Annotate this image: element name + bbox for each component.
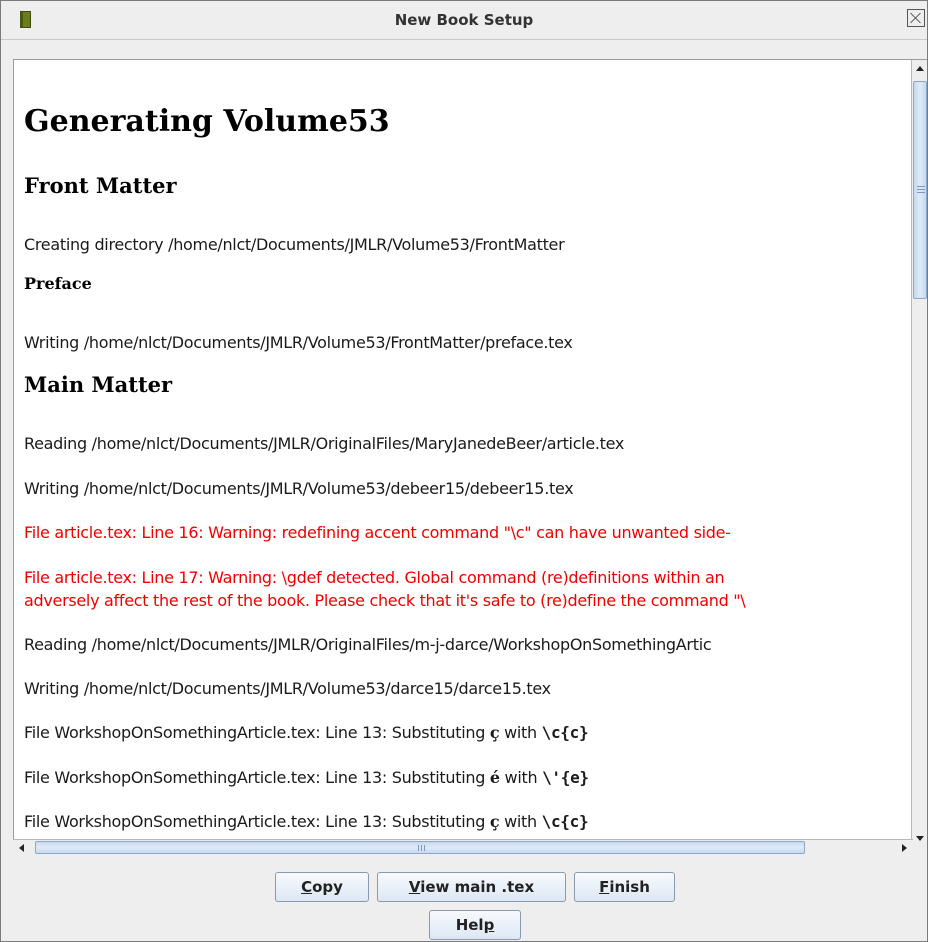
- horizontal-scroll-thumb[interactable]: [35, 841, 805, 854]
- log-line-substitution: File WorkshopOnSomethingArticle.tex: Lin…: [24, 723, 589, 742]
- log-pane[interactable]: Generating Volume53 Front Matter Creatin…: [13, 59, 927, 848]
- grip-line: [917, 192, 925, 193]
- title-bar[interactable]: New Book Setup: [1, 1, 927, 40]
- log-document: Generating Volume53 Front Matter Creatin…: [24, 60, 904, 840]
- log-line-reading-article: Reading /home/nlct/Documents/JMLR/Origin…: [24, 434, 625, 453]
- window-title: New Book Setup: [394, 11, 534, 29]
- preface-heading: Preface: [24, 274, 92, 293]
- log-line-creating-directory: Creating directory /home/nlct/Documents/…: [24, 235, 565, 254]
- vertical-scrollbar[interactable]: [911, 60, 927, 848]
- scroll-left-icon[interactable]: [13, 840, 31, 856]
- log-line-reading-workshop: Reading /home/nlct/Documents/JMLR/Origin…: [24, 635, 712, 654]
- scroll-up-icon[interactable]: [912, 60, 927, 78]
- grip-line: [421, 845, 422, 851]
- warning-line-accent: File article.tex: Line 16: Warning: rede…: [24, 523, 731, 542]
- scroll-right-icon[interactable]: [895, 840, 913, 856]
- page-title: Generating Volume53: [24, 104, 390, 139]
- warning-line-gdef-2: adversely affect the rest of the book. P…: [24, 591, 746, 610]
- front-matter-heading: Front Matter: [24, 173, 177, 198]
- grip-line: [418, 845, 419, 851]
- grip-line: [424, 845, 425, 851]
- view-main-tex-button[interactable]: View main .tex: [377, 872, 566, 902]
- warning-line-gdef-1: File article.tex: Line 17: Warning: \gde…: [24, 568, 725, 587]
- grip-line: [917, 186, 925, 187]
- scroll-down-icon[interactable]: [912, 830, 927, 848]
- finish-button[interactable]: Finish: [574, 872, 675, 902]
- log-line-writing-preface: Writing /home/nlct/Documents/JMLR/Volume…: [24, 333, 573, 352]
- horizontal-scrollbar[interactable]: [13, 839, 913, 856]
- new-book-setup-window: New Book Setup Generating Volume53 Front…: [0, 0, 928, 942]
- log-line-substitution: File WorkshopOnSomethingArticle.tex: Lin…: [24, 768, 589, 787]
- log-line-writing-darce15: Writing /home/nlct/Documents/JMLR/Volume…: [24, 679, 551, 698]
- grip-line: [917, 189, 925, 190]
- main-matter-heading: Main Matter: [24, 372, 173, 397]
- close-icon[interactable]: [907, 9, 925, 27]
- vertical-scroll-thumb[interactable]: [913, 81, 927, 299]
- log-line-writing-debeer15: Writing /home/nlct/Documents/JMLR/Volume…: [24, 479, 574, 498]
- log-line-substitution: File WorkshopOnSomethingArticle.tex: Lin…: [24, 812, 589, 831]
- help-button[interactable]: Help: [429, 910, 521, 940]
- copy-button[interactable]: Copy: [275, 872, 369, 902]
